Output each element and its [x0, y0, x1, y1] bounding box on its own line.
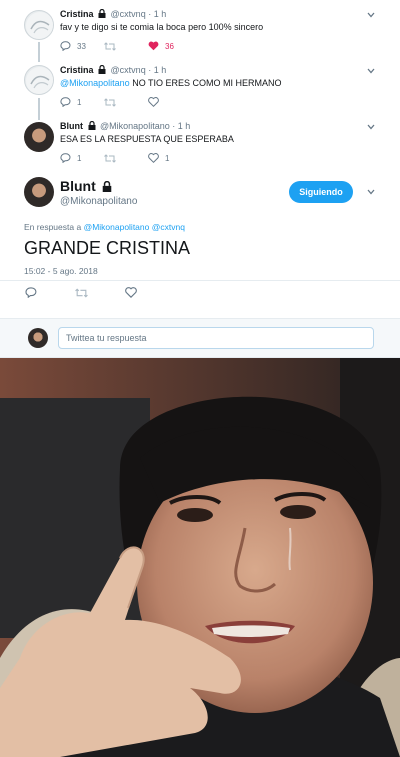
avatar[interactable] [24, 10, 54, 40]
tweet-3[interactable]: Blunt @Mikonapolitano · 1 h ESA ES LA RE… [0, 116, 400, 172]
tweet-thread: Cristina @cxtvnq · 1 h fav y te digo si … [0, 0, 400, 318]
lock-icon [88, 120, 96, 132]
reply-context: En respuesta a @Mikonapolitano @cxtvnq [24, 222, 185, 232]
like-icon [148, 153, 159, 163]
like-button[interactable] [125, 287, 175, 298]
tweet-text: fav y te digo si te comia la boca pero 1… [60, 22, 264, 32]
retweet-button[interactable] [75, 287, 125, 298]
chevron-down-icon[interactable] [366, 10, 376, 20]
main-tweet-timestamp[interactable]: 15:02 - 5 ago. 2018 [24, 266, 98, 276]
mention-link[interactable]: @Mikonapolitano [60, 78, 130, 88]
retweet-button[interactable] [104, 97, 148, 107]
composer-avatar [28, 328, 48, 348]
main-tweet-text: GRANDE CRISTINA [24, 238, 191, 258]
retweet-icon [104, 153, 116, 163]
reply-icon [60, 153, 71, 163]
tweet-actions: 33 36 [60, 41, 192, 51]
chevron-down-icon[interactable] [366, 187, 376, 197]
reply-button[interactable]: 1 [60, 153, 104, 163]
chevron-down-icon[interactable] [366, 122, 376, 132]
like-icon [125, 287, 137, 298]
main-tweet-actions [25, 287, 175, 298]
user-name[interactable]: Cristina [60, 65, 94, 75]
reply-icon [25, 287, 37, 298]
like-icon [148, 97, 159, 107]
retweet-button[interactable] [104, 41, 148, 51]
like-count: 1 [165, 153, 170, 163]
retweet-icon [104, 41, 116, 51]
like-icon [148, 41, 159, 51]
avatar[interactable] [24, 65, 54, 95]
reply-composer: Twittea tu respuesta [0, 318, 400, 358]
tweet-header: Blunt @Mikonapolitano · 1 h [60, 120, 191, 132]
like-button[interactable] [148, 97, 192, 107]
like-count: 36 [165, 41, 174, 51]
main-user-name-text: Blunt [60, 178, 96, 194]
chevron-down-icon[interactable] [366, 66, 376, 76]
divider [0, 280, 400, 281]
avatar[interactable] [24, 122, 54, 152]
lock-icon [102, 179, 112, 195]
like-button[interactable]: 1 [148, 153, 192, 163]
reply-button[interactable]: 33 [60, 41, 104, 51]
user-handle[interactable]: @Mikonapolitano [100, 121, 170, 131]
user-name[interactable]: Cristina [60, 9, 94, 19]
reply-icon [60, 97, 71, 107]
tweet-time[interactable]: 1 h [178, 121, 191, 131]
dot-separator: · [148, 9, 152, 19]
tweet-body: NO TIO ERES COMO MI HERMANO [132, 78, 282, 88]
tweet-time[interactable]: 1 h [154, 65, 167, 75]
dot-separator: · [172, 121, 176, 131]
retweet-icon [75, 287, 88, 298]
main-user-handle[interactable]: @Mikonapolitano [60, 196, 137, 207]
tweet-2[interactable]: Cristina @cxtvnq · 1 h @Mikonapolitano N… [0, 60, 400, 116]
mention-link[interactable]: @cxtvnq [152, 222, 185, 232]
reply-count: 33 [77, 41, 86, 51]
tweet-time[interactable]: 1 h [154, 9, 167, 19]
lock-icon [98, 64, 106, 76]
retweet-button[interactable] [104, 153, 148, 163]
user-handle[interactable]: @cxtvnq [111, 9, 146, 19]
reply-input[interactable]: Twittea tu respuesta [58, 327, 374, 349]
lock-icon [98, 8, 106, 20]
reply-button[interactable]: 1 [60, 97, 104, 107]
tweet-header: Cristina @cxtvnq · 1 h [60, 8, 167, 20]
dot-separator: · [148, 65, 152, 75]
following-button[interactable]: Siguiendo [289, 181, 353, 203]
thread-connector [38, 42, 40, 62]
tweet-actions: 1 1 [60, 153, 192, 163]
attached-photo[interactable] [0, 358, 400, 757]
main-user-name[interactable]: Blunt [60, 178, 114, 195]
reply-prefix: En respuesta a [24, 222, 82, 232]
user-handle[interactable]: @cxtvnq [111, 65, 146, 75]
user-name[interactable]: Blunt [60, 121, 83, 131]
retweet-icon [104, 97, 116, 107]
tweet-actions: 1 [60, 97, 192, 107]
selfie-image [0, 358, 400, 757]
main-avatar[interactable] [24, 177, 54, 207]
like-button[interactable]: 36 [148, 41, 192, 51]
reply-count: 1 [77, 153, 82, 163]
tweet-text: @Mikonapolitano NO TIO ERES COMO MI HERM… [60, 78, 282, 88]
tweet-text: ESA ES LA RESPUESTA QUE ESPERABA [60, 134, 234, 144]
tweet-header: Cristina @cxtvnq · 1 h [60, 64, 167, 76]
mention-link[interactable]: @Mikonapolitano [84, 222, 150, 232]
reply-count: 1 [77, 97, 82, 107]
reply-button[interactable] [25, 287, 75, 298]
tweet-1[interactable]: Cristina @cxtvnq · 1 h fav y te digo si … [0, 0, 400, 60]
reply-icon [60, 41, 71, 51]
